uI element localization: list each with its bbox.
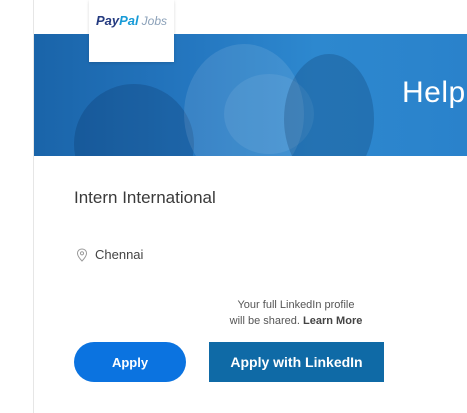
- hero-image-shape: [284, 54, 374, 156]
- share-note-line1: Your full LinkedIn profile: [237, 299, 355, 311]
- logo-pal-text: Pal: [119, 13, 139, 28]
- map-pin-icon: [76, 247, 88, 262]
- job-title: Intern International: [74, 188, 216, 207]
- share-note-prefix: will be shared.: [229, 315, 300, 327]
- location-text: Chennai: [95, 247, 144, 262]
- apply-button[interactable]: Apply: [74, 342, 186, 382]
- job-page: Help PayPal Jobs Intern International Che…: [0, 0, 467, 413]
- logo-jobs-text: Jobs: [141, 14, 168, 28]
- hero-image-shape: [74, 84, 194, 156]
- hero-heading: Help: [402, 76, 466, 109]
- logo-pay-text: Pay: [96, 13, 120, 28]
- apply-with-linkedin-button[interactable]: Apply with LinkedIn: [209, 342, 384, 382]
- linkedin-share-note: Your full LinkedIn profile will be share…: [216, 297, 376, 329]
- paypal-jobs-logo[interactable]: PayPal Jobs: [89, 0, 174, 62]
- job-location: Chennai: [76, 247, 143, 262]
- learn-more-link[interactable]: Learn More: [303, 315, 362, 327]
- logo-wordmark: PayPal Jobs: [96, 13, 167, 28]
- share-note-line2: will be shared. Learn More: [216, 313, 376, 329]
